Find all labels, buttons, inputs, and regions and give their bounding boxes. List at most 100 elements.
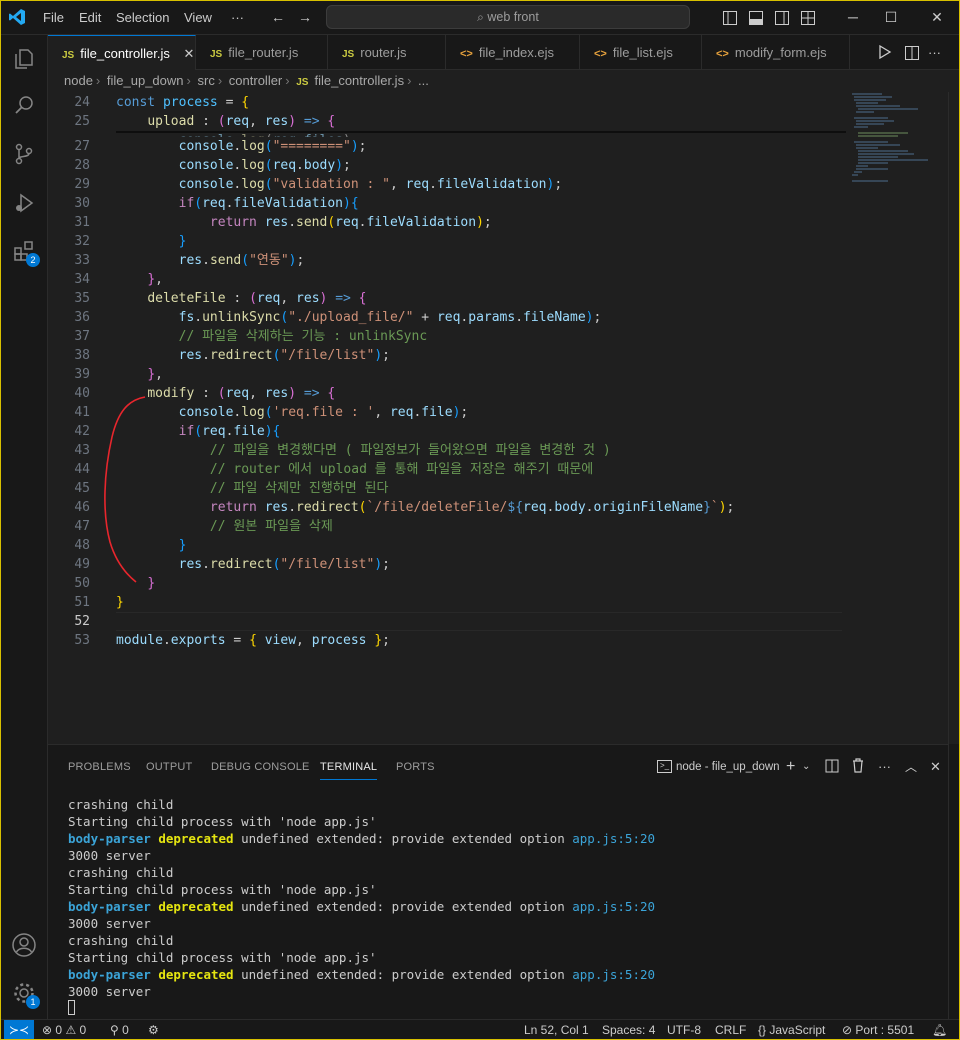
breadcrumb-controller[interactable]: controller [229,73,282,88]
breadcrumb-node[interactable]: node [64,73,93,88]
encoding[interactable]: UTF-8 [667,1020,701,1040]
breadcrumb-src[interactable]: src [197,73,214,88]
line-number: 41 [74,405,90,420]
vscode-logo-icon [8,8,26,29]
line-number: 46 [74,500,90,515]
breadcrumb: node › file_up_down › src › controller › JS f… [64,73,429,88]
terminal-segment[interactable]: app.js:5:20 [572,899,655,914]
close-panel-icon[interactable]: ✕ [930,755,941,779]
line-number: 42 [74,424,90,439]
tab-router[interactable]: JS router.js [328,35,446,70]
title-bar: File Edit Selection View ··· ← → ⌕ web f… [0,0,960,35]
breadcrumb-project[interactable]: file_up_down [107,73,184,88]
language-mode[interactable]: {} JavaScript [758,1020,825,1040]
braces-icon: {} [758,1023,767,1037]
terminal-selector[interactable]: >_ node - file_up_down [657,755,780,779]
maximize-panel-icon[interactable]: ︿ [905,755,917,779]
tab-file-router[interactable]: JS file_router.js [196,35,328,70]
terminal-line: body-parser deprecated undefined extende… [68,830,655,847]
cursor-position[interactable]: Ln 52, Col 1 [524,1020,589,1040]
manage-gear-icon[interactable]: 1 [0,971,48,1015]
terminal-segment[interactable]: app.js:5:20 [572,967,655,982]
line-number: 38 [74,348,90,363]
tab-file-controller[interactable]: JS file_controller.js ✕ [48,35,196,70]
js-file-icon: JS [296,77,309,88]
run-debug-icon[interactable] [0,181,48,225]
tab-file-index[interactable]: <> file_index.ejs [446,35,580,70]
menu-more[interactable]: ··· [231,0,244,35]
code-line: // router 에서 upload 를 통해 파일을 저장은 해주기 때문에 [209,462,594,477]
terminal-line: crashing child [68,797,174,812]
terminal-line: body-parser deprecated undefined extende… [68,966,655,983]
explorer-icon[interactable] [0,37,48,81]
customize-layout-icon[interactable] [800,10,816,29]
terminal-line: 3000 server [68,984,151,999]
live-server-port[interactable]: ⊘ Port : 5501 [842,1020,914,1040]
code-line: res.redirect("/file/list"); [178,348,390,363]
line-number: 44 [74,462,90,477]
search-icon: ⌕ [477,10,484,24]
problems-indicator[interactable]: ⊗ 0 ⚠ 0 [42,1020,86,1040]
terminal-line: 3000 server [68,848,151,863]
trash-icon[interactable] [851,758,865,776]
chevron-down-icon[interactable]: ⌄ [802,755,810,779]
extensions-badge: 2 [26,253,40,267]
code-line: }, [147,367,163,382]
terminal-line: Starting child process with 'node app.js… [68,950,377,965]
menu-file[interactable]: File [43,0,64,35]
editor-scrollbar[interactable] [948,92,960,744]
tab-ports[interactable]: PORTS [396,755,435,779]
menu-view[interactable]: View [184,0,212,35]
menu-edit[interactable]: Edit [79,0,101,35]
tab-label: modify_form.ejs [734,45,827,60]
indentation[interactable]: Spaces: 4 [602,1020,655,1040]
no-entry-icon: ⊘ [842,1023,853,1037]
more-actions-icon[interactable]: ··· [928,35,941,70]
accounts-icon[interactable] [0,923,48,967]
ports-indicator[interactable]: ⚲ 0 [110,1020,129,1040]
remote-indicator-icon[interactable]: ≻≺ [4,1020,34,1040]
settings-badge: 1 [26,995,40,1009]
forward-arrow-icon[interactable]: → [295,0,315,35]
terminal-segment: undefined extended: provide extended opt… [233,967,573,982]
code-editor[interactable]: 24 25 27 28 29 30 31 32 33 34 35 36 37 38 39 40 41 42 43 44… [48,92,948,744]
line-number: 51 [74,595,90,610]
back-arrow-icon[interactable]: ← [268,0,288,35]
tab-problems[interactable]: PROBLEMS [68,755,131,779]
extensions-icon[interactable]: 2 [0,229,48,273]
toggle-secondary-sidebar-icon[interactable] [774,10,790,29]
breadcrumb-file[interactable]: file_controller.js [314,73,404,88]
breadcrumb-symbol[interactable]: ... [418,73,429,88]
toggle-primary-sidebar-icon[interactable] [722,10,738,29]
tab-output[interactable]: OUTPUT [146,755,192,779]
close-tab-icon[interactable]: ✕ [183,46,194,61]
tab-debug-console[interactable]: DEBUG CONSOLE [211,755,310,779]
line-number: 34 [74,272,90,287]
maximize-button[interactable]: ☐ [876,0,906,35]
tab-modify-form[interactable]: <> modify_form.ejs [702,35,850,70]
terminal-segment[interactable]: app.js:5:20 [572,831,655,846]
terminal-line: 3000 server [68,916,151,931]
run-file-icon[interactable] [878,44,892,62]
js-file-icon: JS [62,50,75,61]
tab-terminal[interactable]: TERMINAL [320,755,378,780]
command-center-search[interactable]: ⌕ web front [326,5,690,29]
toggle-panel-icon[interactable] [748,10,764,29]
more-panel-actions-icon[interactable]: ··· [878,755,891,779]
line-endings[interactable]: CRLF [715,1020,746,1040]
split-editor-icon[interactable] [904,45,920,64]
minimize-button[interactable]: ─ [830,0,876,35]
menu-selection[interactable]: Selection [116,0,169,35]
split-terminal-icon[interactable] [825,759,839,776]
tab-file-list[interactable]: <> file_list.ejs [580,35,702,70]
line-number: 36 [74,310,90,325]
minimap[interactable] [848,92,938,222]
search-view-icon[interactable] [0,83,48,127]
notifications-bell-icon[interactable]: 🔔︎ [932,1020,947,1040]
panel-edge [948,744,960,1019]
close-window-button[interactable]: ✕ [920,0,954,35]
source-control-icon[interactable] [0,132,48,176]
code-line: console.log("validation : ", req.fileVal… [178,177,563,192]
debug-icon[interactable]: ⚙ [148,1020,159,1040]
new-terminal-plus-icon[interactable]: + [786,755,795,779]
